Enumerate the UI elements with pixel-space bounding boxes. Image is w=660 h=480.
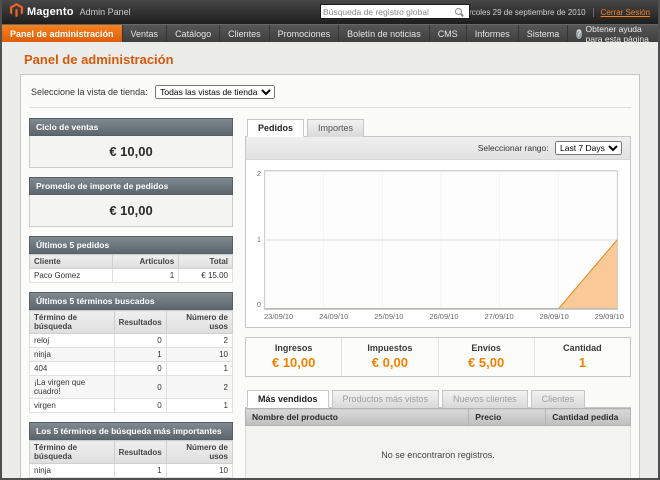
global-search (320, 4, 470, 19)
tab-customers[interactable]: Clientes (531, 390, 586, 408)
chart-tabs: Pedidos Importes (245, 118, 631, 137)
table-row[interactable]: 404 0 1 (30, 362, 233, 376)
top-header: Magento Admin Panel Accedió como apardo … (2, 0, 658, 24)
totals-bar: Ingresos € 10,00 Impuestos € 0,00 Envíos… (245, 337, 631, 377)
store-view-label: Seleccione la vista de tienda: (31, 87, 148, 97)
nav-item-catalog[interactable]: Catálogo (167, 25, 220, 42)
last-search-terms-panel: Últimos 5 términos buscados Término de b… (29, 292, 233, 413)
chart-y-axis: 2 1 0 (252, 170, 264, 310)
total-revenue: Ingresos € 10,00 (246, 338, 341, 376)
content-area: Panel de administración Seleccione la vi… (2, 42, 658, 480)
help-label: Obtener ayuda para esta página (586, 24, 650, 44)
dashboard-right-column: Pedidos Importes Seleccionar rango: Last… (245, 118, 631, 480)
total-quantity: Cantidad 1 (534, 338, 630, 376)
col-header: Total (179, 255, 233, 269)
col-header: Número de usos (166, 311, 232, 334)
store-view-switcher: Seleccione la vista de tienda: Todas las… (29, 83, 631, 108)
help-icon (576, 29, 581, 39)
bestsellers-grid: Nombre del producto Precio Cantidad pedi… (245, 408, 631, 480)
col-header-qty: Cantidad pedida (546, 409, 631, 426)
tab-most-viewed[interactable]: Productos más vistos (332, 390, 440, 408)
lifetime-sales-panel: Ciclo de ventas € 10,00 (29, 118, 233, 168)
dashboard-left-column: Ciclo de ventas € 10,00 Promedio de impo… (29, 118, 233, 480)
store-view-select[interactable]: Todas las vistas de tienda (155, 85, 275, 99)
last-search-terms-table: Término de búsqueda Resultados Número de… (29, 310, 233, 413)
table-row[interactable]: ¡La virgen que cuadro! 0 2 (30, 376, 233, 399)
nav-item-system[interactable]: Sistema (519, 25, 569, 42)
table-row[interactable]: virgen 0 1 (30, 399, 233, 413)
average-orders-value: € 10,00 (29, 195, 233, 227)
last-orders-panel: Últimos 5 pedidos Cliente Artículos Tota… (29, 236, 233, 283)
lifetime-sales-value: € 10,00 (29, 136, 233, 168)
nav-item-newsletter[interactable]: Boletín de noticias (339, 25, 430, 42)
col-header: Resultados (114, 441, 166, 464)
chart-plot-area (264, 170, 618, 310)
orders-chart-panel: Seleccionar rango: Last 7 Days 2 1 0 (245, 137, 631, 328)
tab-bestsellers[interactable]: Más vendidos (247, 390, 329, 408)
col-header-price: Precio (469, 409, 546, 426)
last-orders-table: Cliente Artículos Total Paco Gomez 1 € 1… (29, 254, 233, 283)
brand-name: Magento (27, 6, 74, 18)
col-header: Número de usos (166, 441, 232, 464)
top-search-terms-table: Término de búsqueda Resultados Número de… (29, 440, 233, 480)
grid-tabs: Más vendidos Productos más vistos Nuevos… (245, 389, 631, 408)
table-row[interactable]: ninja 1 10 (30, 348, 233, 362)
last-orders-title: Últimos 5 pedidos (29, 236, 233, 254)
page-help-link[interactable]: Obtener ayuda para esta página (568, 25, 658, 42)
col-header-product: Nombre del producto (246, 409, 469, 426)
search-icon[interactable] (455, 8, 462, 15)
col-header: Resultados (114, 311, 166, 334)
global-search-input[interactable] (323, 7, 455, 17)
current-date: miércoles 29 de septiembre de 2010 (456, 8, 585, 17)
top-search-terms-title: Los 5 términos de búsqueda más important… (29, 422, 233, 440)
total-shipping: Envíos € 5,00 (438, 338, 534, 376)
nav-item-cms[interactable]: CMS (430, 25, 467, 42)
range-select[interactable]: Last 7 Days (555, 141, 622, 155)
col-header: Artículos (113, 255, 179, 269)
chart-body: 2 1 0 (246, 160, 630, 310)
empty-records-message: No se encontraron registros. (246, 426, 631, 480)
chart-x-axis: 23/09/10 24/09/10 25/09/10 26/09/10 27/0… (264, 312, 624, 321)
average-orders-title: Promedio de importe de pedidos (29, 177, 233, 195)
magento-logo-icon (10, 3, 23, 22)
tab-new-customers[interactable]: Nuevos clientes (442, 390, 528, 408)
total-tax: Impuestos € 0,00 (341, 338, 437, 376)
col-header: Cliente (30, 255, 113, 269)
nav-item-promotions[interactable]: Promociones (270, 25, 340, 42)
tab-orders[interactable]: Pedidos (247, 119, 304, 137)
last-search-terms-title: Últimos 5 términos buscados (29, 292, 233, 310)
table-row[interactable]: ninja 1 10 (30, 464, 233, 478)
chart-toolbar: Seleccionar rango: Last 7 Days (246, 137, 630, 160)
brand-subtitle: Admin Panel (80, 7, 131, 17)
top-search-terms-panel: Los 5 términos de búsqueda más important… (29, 422, 233, 480)
table-row[interactable]: reloj 0 2 (30, 334, 233, 348)
orders-chart (265, 171, 617, 309)
magento-logo: Magento Admin Panel (10, 3, 131, 22)
lifetime-sales-title: Ciclo de ventas (29, 118, 233, 136)
page-title: Panel de administración (24, 52, 658, 67)
logout-link[interactable]: Cerrar Sesión (593, 8, 650, 17)
dashboard-card: Seleccione la vista de tienda: Todas las… (20, 74, 640, 480)
average-orders-panel: Promedio de importe de pedidos € 10,00 (29, 177, 233, 227)
tab-amounts[interactable]: Importes (307, 119, 364, 137)
nav-item-sales[interactable]: Ventas (123, 25, 168, 42)
nav-item-reports[interactable]: Informes (467, 25, 519, 42)
col-header: Término de búsqueda (30, 311, 115, 334)
col-header: Término de búsqueda (30, 441, 115, 464)
main-nav: Panel de administración Ventas Catálogo … (2, 24, 658, 42)
magento-admin-window: Magento Admin Panel Accedió como apardo … (0, 0, 660, 480)
table-row[interactable]: Paco Gomez 1 € 15.00 (30, 269, 233, 283)
range-label: Seleccionar rango: (478, 143, 549, 153)
nav-item-customers[interactable]: Clientes (220, 25, 270, 42)
nav-item-dashboard[interactable]: Panel de administración (2, 25, 123, 42)
